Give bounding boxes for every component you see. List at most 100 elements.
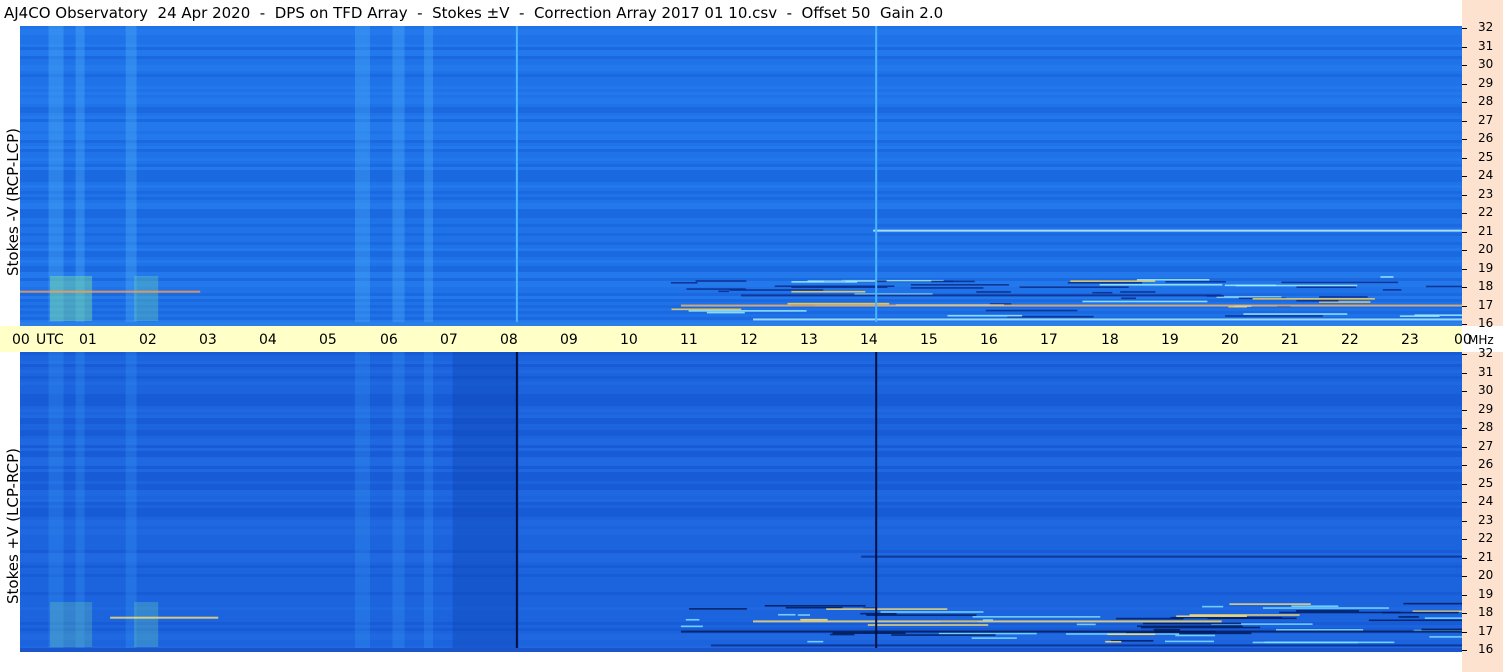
heatmap-band xyxy=(20,203,1462,206)
heatmap-streak xyxy=(785,606,843,609)
heatmap-streak xyxy=(1076,623,1096,626)
spectrogram-bottom xyxy=(20,352,1462,652)
heatmap-band xyxy=(20,403,1462,406)
heatmap-band xyxy=(20,499,1462,502)
heatmap-streak xyxy=(778,613,796,616)
freq-tick xyxy=(1462,354,1467,355)
heatmap-band xyxy=(20,98,1462,101)
freq-tick xyxy=(1462,521,1467,522)
heatmap-band xyxy=(20,83,1462,86)
heatmap-streak xyxy=(764,604,866,607)
freq-tick xyxy=(1462,576,1467,577)
freq-tick xyxy=(1462,213,1467,214)
heatmap-band xyxy=(20,481,1462,484)
heatmap-line xyxy=(680,630,1462,633)
heatmap-streak xyxy=(718,290,729,293)
freq-tick-label: 27 xyxy=(1478,113,1494,127)
heatmap-streak xyxy=(1424,617,1462,619)
heatmap-band xyxy=(20,107,1462,110)
heatmap-band xyxy=(20,406,1462,409)
heatmap-band xyxy=(20,469,1462,472)
utc-tick-label: 06 xyxy=(380,332,398,348)
utc-tick-label: 01 xyxy=(79,332,97,348)
freq-tick-label: 17 xyxy=(1478,624,1494,638)
freq-tick xyxy=(1462,287,1467,288)
heatmap-band xyxy=(20,137,1462,140)
heatmap-band xyxy=(20,547,1462,550)
heatmap-band xyxy=(20,400,1462,403)
heatmap-band xyxy=(20,427,1462,430)
heatmap-band xyxy=(20,152,1462,155)
heatmap-streak xyxy=(797,614,811,616)
heatmap-band xyxy=(20,451,1462,454)
heatmap-edge xyxy=(20,648,1462,652)
heatmap-band xyxy=(20,457,1462,460)
heatmap-band xyxy=(20,47,1462,50)
heatmap-band xyxy=(20,116,1462,119)
freq-tick-label: 19 xyxy=(1478,261,1494,275)
top-ylabel: Stokes -V (RCP-LCP) xyxy=(4,128,22,276)
heatmap-band xyxy=(20,92,1462,95)
heatmap-streak xyxy=(689,608,747,610)
freq-tick xyxy=(1462,324,1467,325)
freq-tick-label: 25 xyxy=(1478,476,1494,490)
heatmap-streak xyxy=(891,634,996,636)
heatmap-streak xyxy=(695,280,747,282)
freq-tick-label: 29 xyxy=(1478,402,1494,416)
freq-tick xyxy=(1462,102,1467,103)
heatmap-band xyxy=(20,272,1462,275)
freq-tick-label: 20 xyxy=(1478,242,1494,256)
heatmap-streak xyxy=(1399,315,1440,317)
utc-axis-bar xyxy=(0,326,1462,352)
heatmap-streak xyxy=(1224,284,1276,287)
heatmap-band xyxy=(20,59,1462,62)
freq-tick-label: 28 xyxy=(1478,94,1494,108)
utc-tick-label: 16 xyxy=(980,332,998,348)
freq-tick xyxy=(1462,632,1467,633)
freq-tick-label: 20 xyxy=(1478,568,1494,582)
heatmap-glow xyxy=(392,26,405,326)
heatmap-streak xyxy=(1429,636,1462,638)
heatmap-band xyxy=(20,475,1462,478)
heatmap-band xyxy=(20,553,1462,556)
heatmap-patch xyxy=(134,602,159,647)
heatmap-band xyxy=(20,143,1462,146)
heatmap-streak xyxy=(706,311,745,314)
heatmap-band xyxy=(20,634,1462,637)
heatmap-band xyxy=(20,379,1462,382)
freq-tick xyxy=(1462,447,1467,448)
heatmap-vertical-line xyxy=(875,352,878,652)
heatmap-streak xyxy=(1275,629,1364,631)
heatmap-band xyxy=(20,26,1462,29)
heatmap-band xyxy=(20,254,1462,257)
freq-tick xyxy=(1462,158,1467,159)
heatmap-streak xyxy=(787,302,890,305)
heatmap-band xyxy=(20,610,1462,613)
freq-tick-label: 21 xyxy=(1478,224,1494,238)
heatmap-band xyxy=(20,239,1462,242)
heatmap-patch xyxy=(134,276,159,321)
heatmap-streak xyxy=(1165,640,1215,643)
heatmap-band xyxy=(20,44,1462,47)
heatmap-streak xyxy=(1121,297,1136,300)
freq-tick-label: 16 xyxy=(1478,642,1494,656)
heatmap-streak xyxy=(1175,634,1216,637)
heatmap-band xyxy=(20,218,1462,221)
heatmap-streak xyxy=(1099,283,1223,286)
heatmap-band xyxy=(20,182,1462,185)
freq-tick-label: 22 xyxy=(1478,531,1494,545)
freq-tick xyxy=(1462,465,1467,466)
heatmap-band xyxy=(20,170,1462,173)
heatmap-band xyxy=(20,173,1462,176)
freq-tick xyxy=(1462,47,1467,48)
heatmap-band xyxy=(20,269,1462,272)
utc-tick-label: MHz xyxy=(1468,333,1494,347)
heatmap-band xyxy=(20,161,1462,164)
heatmap-band xyxy=(20,176,1462,179)
utc-tick-label: 13 xyxy=(800,332,818,348)
heatmap-band xyxy=(20,391,1462,394)
heatmap-band xyxy=(20,188,1462,191)
heatmap-streak xyxy=(1153,628,1180,631)
heatmap-band xyxy=(20,355,1462,358)
heatmap-band xyxy=(20,544,1462,547)
